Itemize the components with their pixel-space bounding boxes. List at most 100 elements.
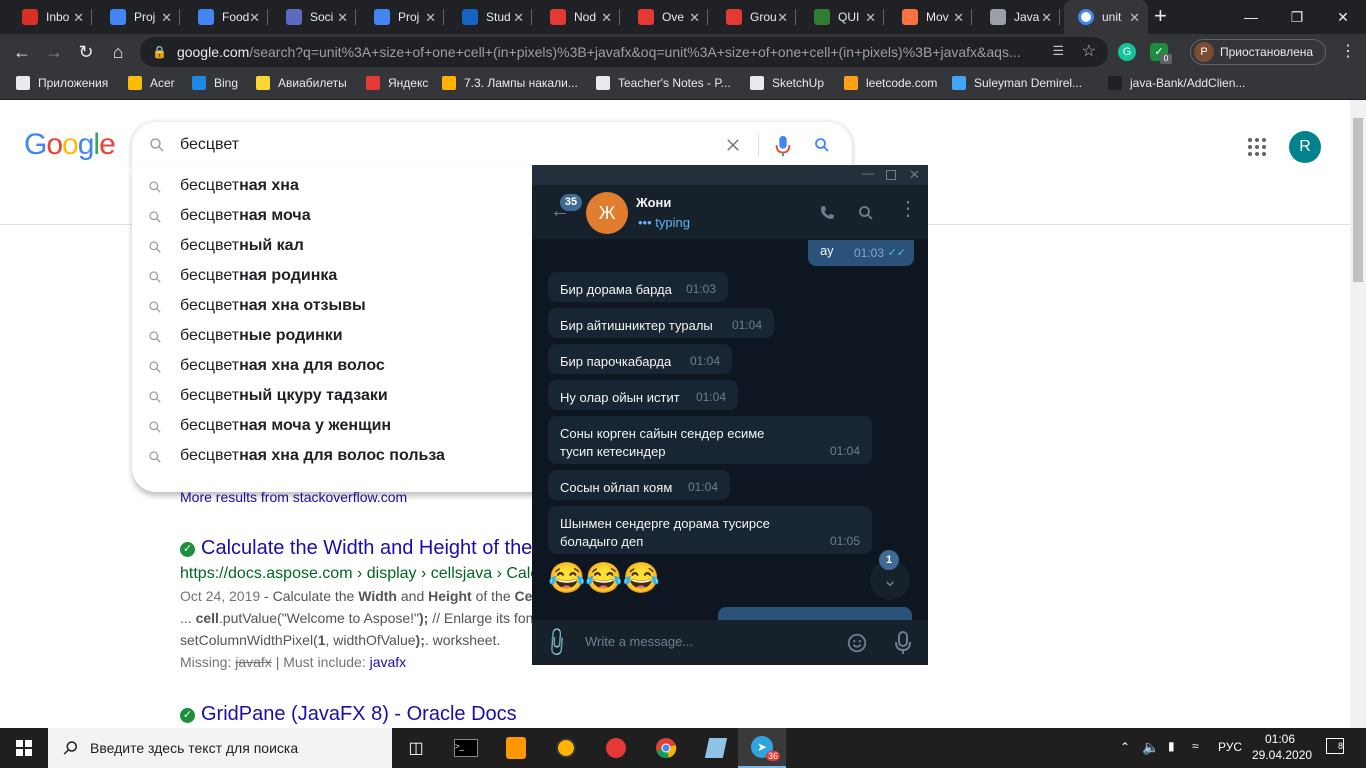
telegram-app-icon[interactable]: ➤ 36 (738, 728, 786, 768)
message-list[interactable]: ау 01:03 ✓✓ Бир дорама барда 01:03 Бир айтишн… (532, 240, 928, 620)
incoming-message[interactable]: Сосын ойлап коям 01:04 (548, 470, 730, 500)
bookmark-item[interactable]: java-Bank/AddClien... (1108, 76, 1245, 90)
task-view-icon[interactable]: ◫ (392, 728, 440, 768)
bookmark-item[interactable]: Suleyman Demirel... (952, 76, 1082, 90)
back-button[interactable]: ← (10, 41, 34, 63)
bookmark-item[interactable]: Teacher's Notes - P... (596, 76, 731, 90)
new-tab-button[interactable]: + (1154, 3, 1167, 29)
notes-app-icon[interactable] (692, 728, 740, 768)
browser-tab[interactable]: Inbo ✕ (8, 0, 92, 34)
sublime-app-icon[interactable] (492, 728, 540, 768)
tab-close-icon[interactable]: ✕ (777, 10, 788, 26)
incoming-message[interactable]: Шынмен сендерге дорама тусирсе боладыго … (548, 506, 872, 554)
browser-tab[interactable]: QUI ✕ (800, 0, 884, 34)
bookmark-item[interactable]: SketchUp (750, 76, 824, 90)
minimize-button[interactable]: — (1228, 0, 1274, 34)
bookmark-item[interactable]: Приложения (16, 76, 108, 90)
star-icon[interactable]: ☆ (1082, 41, 1096, 61)
incoming-message[interactable]: Бир парочкабарда 01:04 (548, 344, 732, 374)
phone-icon[interactable] (818, 204, 836, 222)
tab-close-icon[interactable]: ✕ (249, 10, 260, 26)
clock[interactable]: 01:06 29.04.2020 (1252, 731, 1312, 763)
browser-tab[interactable]: Proj ✕ (360, 0, 444, 34)
tray-chevron-icon[interactable]: ⌃ (1120, 740, 1130, 754)
emoji-icon[interactable] (846, 632, 868, 654)
bookmark-item[interactable]: Bing (192, 76, 238, 90)
bookmark-item[interactable]: Acer (128, 76, 175, 90)
google-apps-icon[interactable] (1248, 138, 1266, 156)
profile-button[interactable]: P Приостановлена (1190, 39, 1326, 65)
battery-icon[interactable]: ▮ (1168, 739, 1175, 753)
clear-icon[interactable] (724, 136, 742, 154)
google-logo[interactable]: Google (24, 128, 116, 162)
tab-close-icon[interactable]: ✕ (513, 10, 524, 26)
yandex-app-icon[interactable] (592, 728, 640, 768)
tab-close-icon[interactable]: ✕ (161, 10, 172, 26)
close-icon[interactable]: ✕ (909, 167, 920, 183)
maximize-icon[interactable] (886, 170, 896, 180)
browser-tab[interactable]: Java ✕ (976, 0, 1060, 34)
menu-kebab-icon[interactable]: ⋮ (898, 199, 918, 219)
incoming-message[interactable]: Бир айтишниктер туралы 01:04 (548, 308, 774, 338)
outgoing-message[interactable]: ау 01:03 ✓✓ (808, 240, 914, 266)
tab-close-icon[interactable]: ✕ (953, 10, 964, 26)
bookmark-item[interactable]: Авиабилеты (256, 76, 347, 90)
tab-close-icon[interactable]: ✕ (425, 10, 436, 26)
tab-close-icon[interactable]: ✕ (689, 10, 700, 26)
network-icon[interactable]: ≈ (1192, 739, 1199, 753)
browser-tab[interactable]: Food ✕ (184, 0, 268, 34)
tab-close-icon[interactable]: ✕ (601, 10, 612, 26)
browser-tab[interactable]: Mov ✕ (888, 0, 972, 34)
tab-close-icon[interactable]: ✕ (337, 10, 348, 26)
minimize-icon[interactable]: — (862, 166, 874, 180)
incoming-message[interactable]: Ну олар ойын истит 01:04 (548, 380, 738, 410)
reload-button[interactable]: ↻ (74, 41, 98, 63)
must-include-link[interactable]: javafx (370, 654, 407, 670)
browser-app-icon[interactable] (542, 728, 590, 768)
browser-tab[interactable]: Grou ✕ (712, 0, 796, 34)
microphone-icon[interactable] (894, 631, 912, 655)
maximize-button[interactable]: ❐ (1274, 0, 1320, 34)
result-title-link[interactable]: ✓ GridPane (JavaFX 8) - Oracle Docs (180, 703, 517, 726)
address-bar[interactable]: 🔒 google.com/search?q=unit%3A+size+of+on… (140, 37, 1108, 67)
scrollbar-thumb[interactable] (1353, 118, 1363, 282)
search-icon[interactable] (857, 204, 875, 222)
search-submit-icon[interactable] (813, 136, 831, 154)
browser-tab[interactable]: Proj ✕ (96, 0, 180, 34)
search-box[interactable]: бесцвет (132, 122, 852, 168)
close-window-button[interactable]: ✕ (1320, 0, 1366, 34)
notification-center-icon[interactable]: 8 (1326, 738, 1344, 754)
tab-close-icon[interactable]: ✕ (73, 10, 84, 26)
search-input[interactable]: бесцвет (180, 136, 239, 154)
contact-name[interactable]: Жони (636, 195, 671, 210)
bookmark-item[interactable]: leetcode.com (844, 76, 937, 90)
chrome-app-icon[interactable] (642, 728, 690, 768)
result-title-link[interactable]: ✓ Calculate the Width and Height of the (180, 537, 538, 560)
browser-tab[interactable]: Stud ✕ (448, 0, 532, 34)
attach-icon[interactable]: 📎 (539, 625, 574, 660)
browser-tab[interactable]: Soci ✕ (272, 0, 356, 34)
account-avatar[interactable]: R (1289, 131, 1321, 163)
volume-icon[interactable]: 🔈 (1142, 739, 1159, 756)
contact-avatar[interactable]: Ж (586, 192, 628, 234)
tab-close-icon[interactable]: ✕ (1129, 10, 1140, 26)
browser-tab[interactable]: Nod ✕ (536, 0, 620, 34)
start-button[interactable] (0, 728, 48, 768)
tab-close-icon[interactable]: ✕ (1041, 10, 1052, 26)
menu-kebab-icon[interactable]: ⋮ (1340, 41, 1356, 61)
taskbar-search[interactable]: Введите здесь текст для поиска (48, 728, 392, 768)
incoming-message[interactable]: Соны корген сайын сендер есиме тусип кет… (548, 416, 872, 464)
result-url[interactable]: https://docs.aspose.com › display › cell… (180, 565, 538, 583)
incoming-message[interactable]: Бир дорама барда 01:03 (548, 272, 728, 302)
bookmark-item[interactable]: Яндекс (366, 76, 428, 90)
browser-tab[interactable]: unit ✕ (1064, 0, 1148, 34)
home-button[interactable]: ⌂ (106, 41, 130, 63)
grammarly-icon[interactable]: G (1118, 43, 1136, 61)
language-indicator[interactable]: РУС (1218, 740, 1242, 754)
terminal-app-icon[interactable]: >_ (442, 728, 490, 768)
microphone-icon[interactable] (774, 135, 792, 157)
message-input[interactable]: Write a message... (585, 634, 693, 649)
tab-close-icon[interactable]: ✕ (865, 10, 876, 26)
translate-icon[interactable]: ☰ (1052, 43, 1064, 59)
bookmark-item[interactable]: 7.3. Лампы накали... (442, 76, 578, 90)
